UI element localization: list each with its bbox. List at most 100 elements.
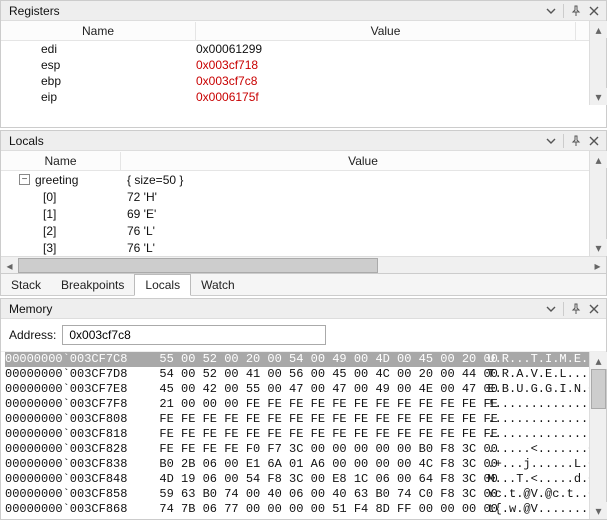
scroll-up-icon[interactable]: ▴: [590, 21, 607, 38]
locals-name-header[interactable]: Name: [1, 152, 121, 170]
memory-hex: 55 00 52 00 20 00 54 00 49 00 4D 00 45 0…: [145, 352, 473, 367]
memory-address-bar: Address:: [1, 319, 606, 352]
registers-panel-header[interactable]: Registers: [1, 1, 606, 21]
scroll-down-icon[interactable]: ▾: [590, 502, 607, 519]
separator: [563, 302, 564, 316]
registers-pin-icon[interactable]: [568, 3, 584, 19]
memory-line[interactable]: 00000000`003CF838 B0 2B 06 00 E1 6A 01 A…: [5, 457, 606, 472]
memory-line[interactable]: 00000000`003CF7F8 21 00 00 00 FE FE FE F…: [5, 397, 606, 412]
memory-address: 00000000`003CF848: [5, 472, 145, 487]
memory-address: 00000000`003CF7F8: [5, 397, 145, 412]
registers-vscrollbar[interactable]: ▴ ▾: [589, 21, 606, 105]
memory-panel-header[interactable]: Memory: [1, 299, 606, 319]
memory-address: 00000000`003CF858: [5, 487, 145, 502]
memory-address: 00000000`003CF838: [5, 457, 145, 472]
memory-address: 00000000`003CF7E8: [5, 382, 145, 397]
memory-close-icon[interactable]: [586, 301, 602, 317]
tab-stack[interactable]: Stack: [1, 274, 51, 295]
memory-hex: 4D 19 06 00 54 F8 3C 00 E8 1C 06 00 64 F…: [145, 472, 473, 487]
locals-var-name: [1]: [1, 207, 121, 221]
locals-row[interactable]: [2]76 'L': [1, 222, 606, 239]
locals-row[interactable]: [0]72 'H': [1, 188, 606, 205]
vscroll-thumb[interactable]: [591, 369, 606, 409]
memory-ascii: U.R...T.I.M.E...: [473, 352, 593, 367]
locals-close-icon[interactable]: [586, 133, 602, 149]
registers-column-headers: Name Value: [1, 21, 606, 41]
locals-vscrollbar[interactable]: ▴ ▾: [589, 151, 606, 256]
memory-ascii: M...T.<.....d.<.: [473, 472, 593, 487]
memory-ascii: Yc.t.@V.@c.t..<.: [473, 487, 593, 502]
register-row[interactable]: ebp0x003cf7c8: [1, 73, 606, 89]
locals-menu-icon[interactable]: [543, 133, 559, 149]
memory-line[interactable]: 00000000`003CF858 59 63 B0 74 00 40 06 0…: [5, 487, 606, 502]
registers-title: Registers: [9, 4, 543, 18]
locals-row[interactable]: [1]69 'E': [1, 205, 606, 222]
memory-ascii: !...............: [473, 397, 593, 412]
locals-var-value: 72 'H': [121, 190, 606, 204]
tree-collapse-icon[interactable]: −: [19, 174, 30, 185]
memory-address: 00000000`003CF818: [5, 427, 145, 442]
register-value: 0x00061299: [196, 42, 576, 56]
tab-locals[interactable]: Locals: [134, 274, 191, 296]
memory-pin-icon[interactable]: [568, 301, 584, 317]
registers-name-header[interactable]: Name: [1, 22, 196, 40]
scroll-left-icon[interactable]: ◂: [1, 257, 18, 274]
memory-vscrollbar[interactable]: ▴ ▾: [589, 352, 606, 519]
tab-watch[interactable]: Watch: [191, 274, 245, 295]
register-row[interactable]: edi0x00061299: [1, 41, 606, 57]
locals-var-name: −greeting: [1, 173, 121, 187]
scroll-right-icon[interactable]: ▸: [589, 257, 606, 274]
locals-var-name: [3]: [1, 241, 121, 255]
memory-address: 00000000`003CF7C8: [5, 352, 145, 367]
locals-panel-header[interactable]: Locals: [1, 131, 606, 151]
register-row[interactable]: esp0x003cf718: [1, 57, 606, 73]
scroll-up-icon[interactable]: ▴: [590, 151, 607, 168]
separator: [563, 134, 564, 148]
locals-column-headers: Name Value: [1, 151, 606, 171]
registers-menu-icon[interactable]: [543, 3, 559, 19]
memory-line[interactable]: 00000000`003CF808 FE FE FE FE FE FE FE F…: [5, 412, 606, 427]
locals-row[interactable]: [3]76 'L': [1, 239, 606, 256]
register-row[interactable]: eip0x0006175f: [1, 89, 606, 105]
locals-hscrollbar[interactable]: ◂ ▸: [1, 256, 606, 273]
hscroll-thumb[interactable]: [18, 258, 378, 273]
memory-panel: Memory Address: 00000000`003CF7C8 55 00 …: [0, 298, 607, 520]
registers-value-header[interactable]: Value: [196, 22, 576, 40]
memory-hex: 21 00 00 00 FE FE FE FE FE FE FE FE FE F…: [145, 397, 473, 412]
register-name: edi: [1, 42, 196, 56]
separator: [563, 4, 564, 18]
memory-hex: 54 00 52 00 41 00 56 00 45 00 4C 00 20 0…: [145, 367, 473, 382]
register-name: ebp: [1, 74, 196, 88]
memory-line[interactable]: 00000000`003CF848 4D 19 06 00 54 F8 3C 0…: [5, 472, 606, 487]
scroll-up-icon[interactable]: ▴: [590, 352, 607, 369]
locals-var-value: { size=50 }: [121, 173, 606, 187]
memory-address: 00000000`003CF868: [5, 502, 145, 517]
memory-address: 00000000`003CF7D8: [5, 367, 145, 382]
tab-breakpoints[interactable]: Breakpoints: [51, 274, 134, 295]
memory-address-label: Address:: [9, 328, 56, 342]
memory-line[interactable]: 00000000`003CF868 74 7B 06 77 00 00 00 0…: [5, 502, 606, 517]
memory-address-input[interactable]: [62, 325, 326, 345]
memory-line[interactable]: 00000000`003CF828 FE FE FE FE F0 F7 3C 0…: [5, 442, 606, 457]
memory-menu-icon[interactable]: [543, 301, 559, 317]
memory-line[interactable]: 00000000`003CF7D8 54 00 52 00 41 00 56 0…: [5, 367, 606, 382]
registers-close-icon[interactable]: [586, 3, 602, 19]
memory-hex-view[interactable]: 00000000`003CF7C8 55 00 52 00 20 00 54 0…: [1, 352, 606, 519]
locals-value-header[interactable]: Value: [121, 152, 606, 170]
memory-hex: FE FE FE FE FE FE FE FE FE FE FE FE FE F…: [145, 427, 473, 442]
memory-line[interactable]: 00000000`003CF7C8 55 00 52 00 20 00 54 0…: [5, 352, 606, 367]
locals-row[interactable]: −greeting{ size=50 }: [1, 171, 606, 188]
locals-body: Name Value −greeting{ size=50 }[0]72 'H'…: [1, 151, 606, 256]
memory-ascii: t{.w.@V.........: [473, 502, 593, 517]
scroll-down-icon[interactable]: ▾: [590, 88, 607, 105]
register-value: 0x003cf718: [196, 58, 576, 72]
registers-panel: Registers Name Value edi0x00061299esp0x0…: [0, 0, 607, 128]
scroll-down-icon[interactable]: ▾: [590, 239, 607, 256]
memory-line[interactable]: 00000000`003CF7E8 45 00 42 00 55 00 47 0…: [5, 382, 606, 397]
locals-pin-icon[interactable]: [568, 133, 584, 149]
register-name: eip: [1, 90, 196, 104]
memory-address: 00000000`003CF828: [5, 442, 145, 457]
memory-ascii: ................: [473, 427, 593, 442]
memory-hex: FE FE FE FE F0 F7 3C 00 00 00 00 00 B0 F…: [145, 442, 473, 457]
memory-line[interactable]: 00000000`003CF818 FE FE FE FE FE FE FE F…: [5, 427, 606, 442]
